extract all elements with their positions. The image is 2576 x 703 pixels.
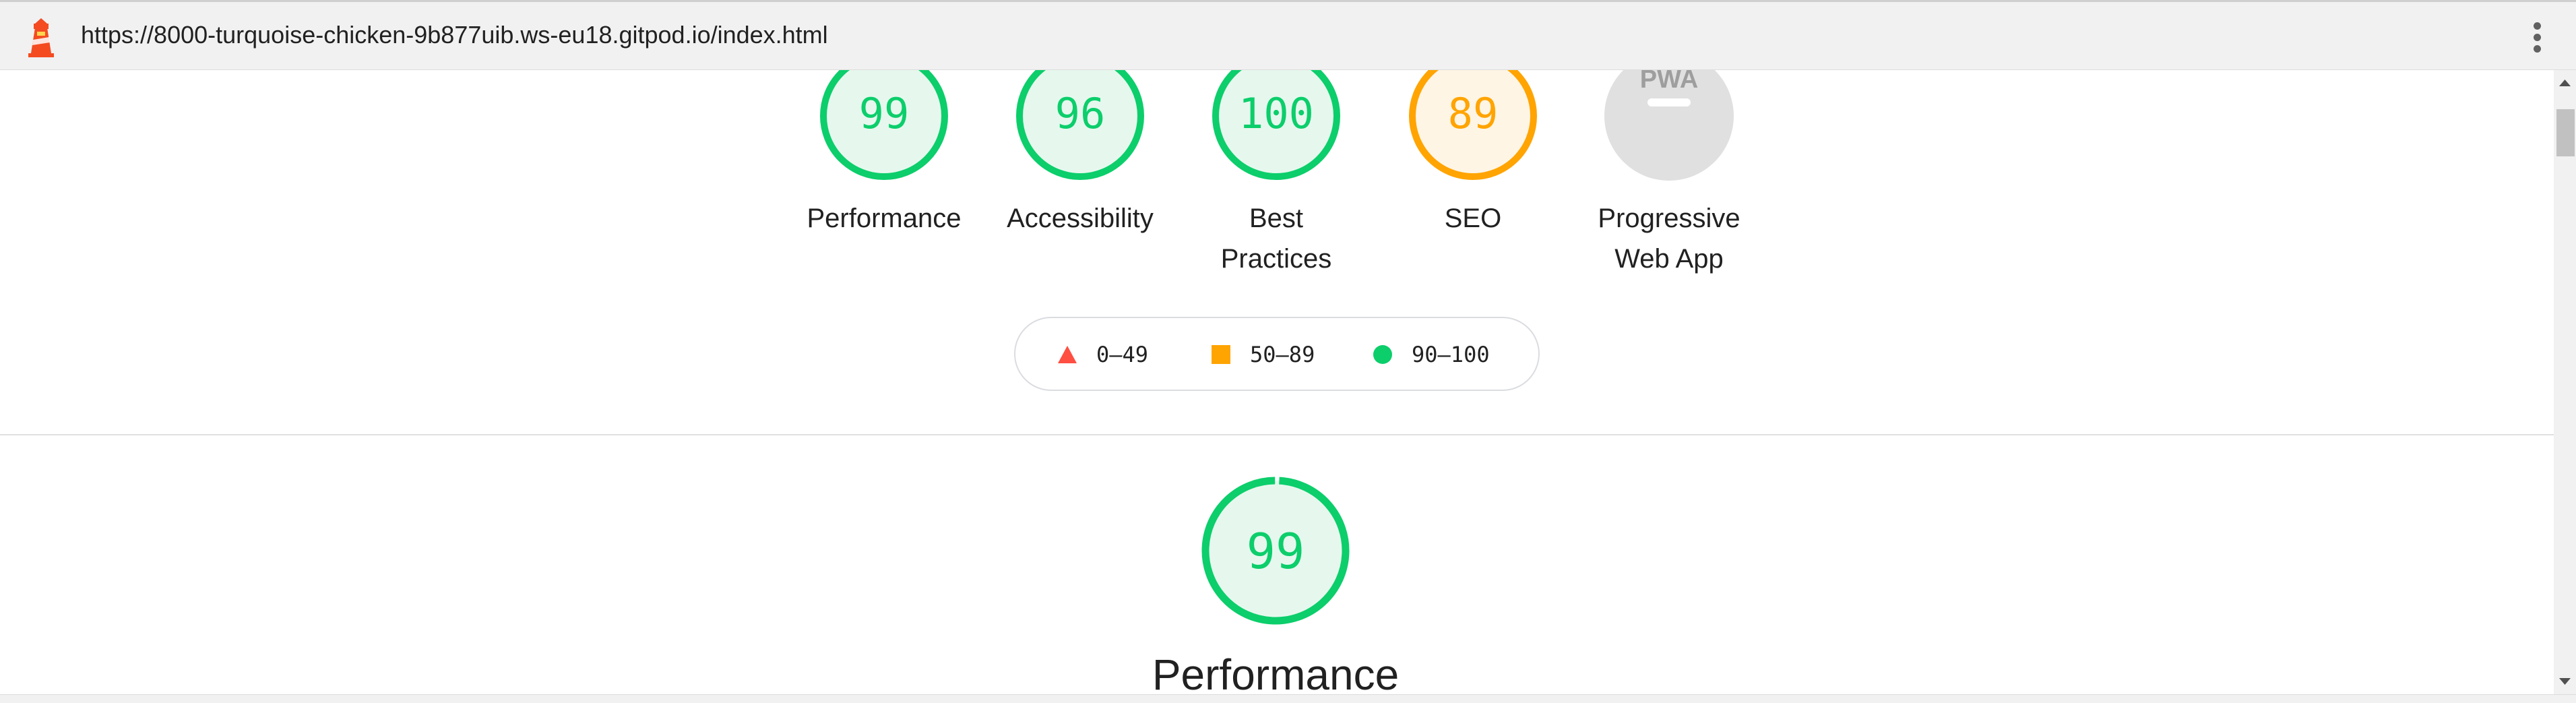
legend-range: 90–100 <box>1412 342 1490 367</box>
section-divider <box>0 434 2554 435</box>
horizontal-scrollbar[interactable] <box>0 694 2576 703</box>
category-gauge[interactable]: 100 Best Practices <box>1175 70 1377 274</box>
legend-range: 0–49 <box>1096 342 1149 367</box>
category-label-line: Accessibility <box>1007 204 1154 233</box>
legend-item-fail: 0–49 <box>1057 341 1148 368</box>
scrollbar-thumb[interactable] <box>2556 109 2575 156</box>
category-gauge[interactable]: 96 Accessibility <box>979 70 1181 233</box>
section-title: Performance <box>1152 650 1400 694</box>
category-label: Performance <box>783 198 985 239</box>
url-text[interactable]: https://8000-turquoise-chicken-9b877uib.… <box>81 21 828 49</box>
category-label-line: Progressive <box>1598 204 1740 233</box>
legend-item-pass: 90–100 <box>1373 341 1490 368</box>
category-label-line: Practices <box>1220 244 1332 274</box>
category-label: Accessibility <box>979 198 1181 239</box>
category-score: 89 <box>1447 89 1499 138</box>
legend-item-average: 50–89 <box>1211 341 1315 368</box>
dash-icon <box>1647 98 1691 106</box>
kebab-menu-icon[interactable] <box>2527 20 2547 57</box>
address-bar: https://8000-turquoise-chicken-9b877uib.… <box>0 2 2576 70</box>
triangle-icon <box>1058 346 1077 363</box>
category-score: 100 <box>1238 89 1314 138</box>
category-score: 96 <box>1055 89 1106 138</box>
square-icon <box>1212 345 1230 364</box>
category-label: Progressive Web App <box>1568 198 1770 279</box>
pwa-badge-text: PWA <box>1640 70 1699 94</box>
category-label-line: Best <box>1249 204 1304 233</box>
scroll-up-arrow-icon[interactable] <box>2554 70 2576 97</box>
category-gauge[interactable]: PWA Progressive Web App <box>1568 70 1770 274</box>
performance-score-value: 99 <box>1246 523 1305 580</box>
category-score: 99 <box>858 89 910 138</box>
category-label-line: Web App <box>1614 244 1724 274</box>
legend-range: 50–89 <box>1250 342 1315 367</box>
category-label-line: Performance <box>807 204 962 233</box>
category-gauge[interactable]: 89 SEO <box>1372 70 1574 233</box>
scroll-down-arrow-icon[interactable] <box>2554 667 2576 694</box>
lighthouse-icon <box>28 18 54 57</box>
category-label-line: SEO <box>1444 204 1502 233</box>
pwa-badge-icon: PWA <box>1604 70 1734 181</box>
circle-icon <box>1373 345 1392 364</box>
vertical-scrollbar[interactable] <box>2554 70 2576 694</box>
category-label: SEO <box>1372 198 1574 239</box>
report-viewport: 99 Performance 96 Accessibility 100 Best Pract… <box>0 70 2554 694</box>
score-legend: 0–49 50–89 90–100 <box>1014 317 1540 391</box>
category-gauge[interactable]: 99 Performance <box>783 70 985 233</box>
category-label: Best Practices <box>1175 198 1377 279</box>
